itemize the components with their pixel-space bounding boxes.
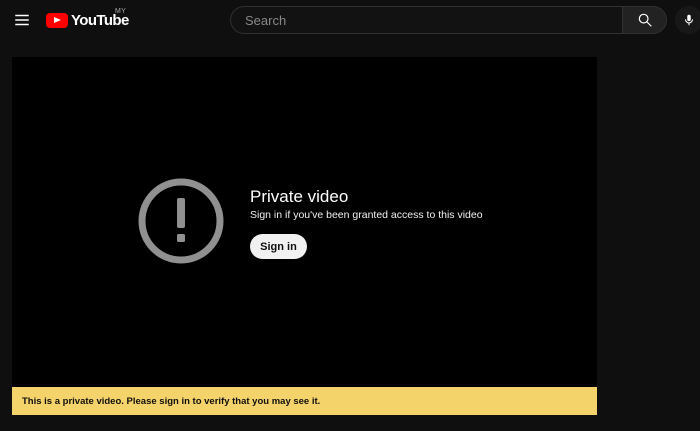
search-input[interactable] xyxy=(243,11,622,29)
hamburger-menu-icon xyxy=(15,14,29,26)
video-player: Private video Sign in if you've been gra… xyxy=(12,57,597,415)
logo-region-code: MY xyxy=(115,8,127,15)
search-button[interactable] xyxy=(622,6,667,34)
exclamation-circle-icon xyxy=(138,178,224,264)
private-video-title: Private video xyxy=(250,187,349,206)
private-video-subtitle: Sign in if you've been granted access to… xyxy=(250,209,483,221)
sign-in-button[interactable]: Sign in xyxy=(250,234,307,259)
guide-menu-button[interactable] xyxy=(8,6,36,34)
masthead: YouTube MY xyxy=(0,0,700,40)
search-icon xyxy=(638,13,652,27)
search-box xyxy=(230,6,622,34)
youtube-play-icon xyxy=(46,12,68,28)
microphone-icon xyxy=(684,14,694,26)
private-video-notice: This is a private video. Please sign in … xyxy=(12,387,597,415)
voice-search-button[interactable] xyxy=(675,6,700,34)
